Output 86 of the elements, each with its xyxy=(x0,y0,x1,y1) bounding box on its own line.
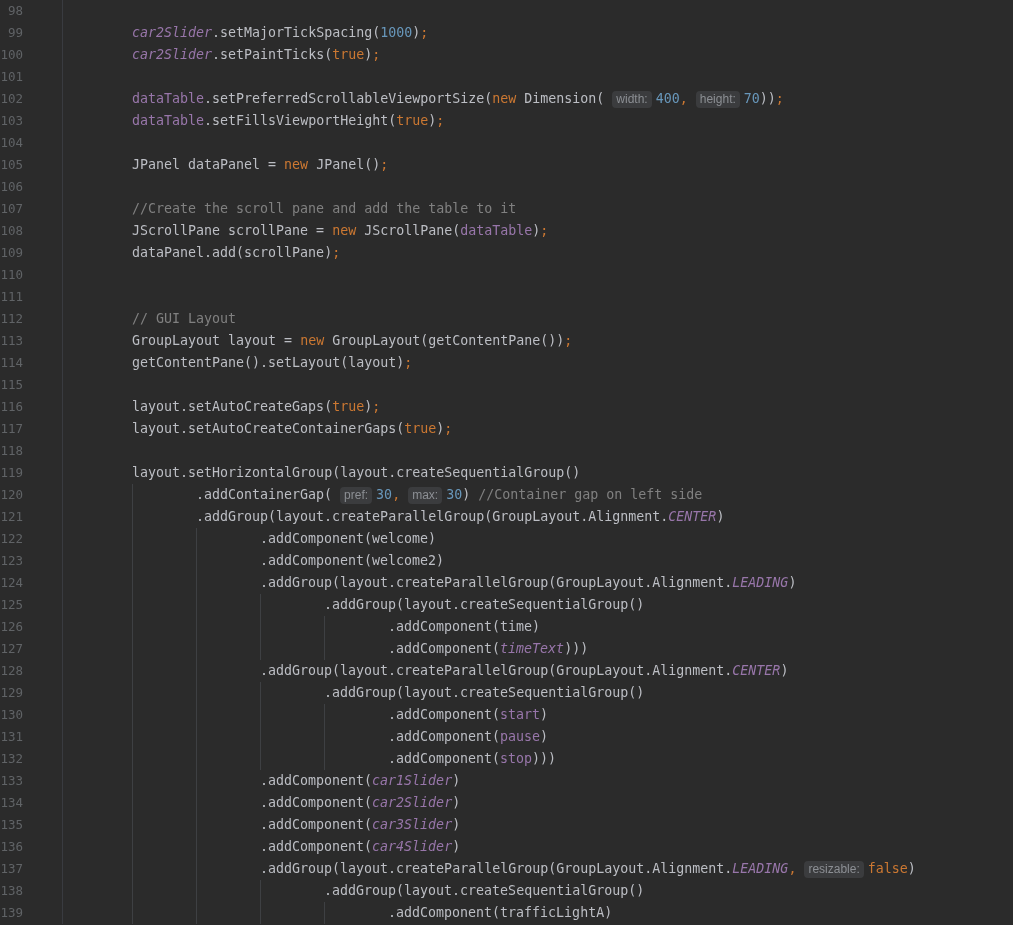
line-number: 111 xyxy=(0,289,23,304)
code-text: .addComponent(car4Slider) xyxy=(260,838,461,856)
line-number: 125 xyxy=(0,597,23,612)
line-number: 137 xyxy=(0,861,23,876)
code-text: 30, xyxy=(376,486,401,504)
code-text: // GUI Layout xyxy=(132,310,237,328)
line-number: 113 xyxy=(0,333,23,348)
line-number: 128 xyxy=(0,663,23,678)
code-text: .addComponent(car1Slider) xyxy=(260,772,461,790)
line-number: 133 xyxy=(0,773,23,788)
code-text: false) xyxy=(867,860,916,878)
code-text: //Create the scroll pane and add the table to it xyxy=(132,200,517,218)
line-number: 101 xyxy=(0,69,23,84)
code-text: 400, xyxy=(655,90,688,108)
code-text: .addComponent(stop))) xyxy=(388,750,557,768)
code-text: .addContainerGap( xyxy=(196,486,333,504)
parameter-hint: max: xyxy=(408,486,443,504)
code-text: dataTable.setPreferredScrollableViewportSize(new Dimension( xyxy=(132,90,605,108)
line-number: 115 xyxy=(0,377,23,392)
line-number: 100 xyxy=(0,47,23,62)
code-text: .addComponent(time) xyxy=(388,618,541,636)
code-text: dataPanel.add(scrollPane); xyxy=(132,244,341,262)
code-text: .addComponent(pause) xyxy=(388,728,549,746)
code-text: layout.setAutoCreateContainerGaps(true); xyxy=(132,420,453,438)
code-text: .addGroup(layout.createSequentialGroup() xyxy=(324,684,645,702)
code-text: 70)); xyxy=(743,90,784,108)
line-number: 123 xyxy=(0,553,23,568)
code-text: .addGroup(layout.createParallelGroup(GroupLayout.Alignment.LEADING, xyxy=(260,860,797,878)
line-number: 138 xyxy=(0,883,23,898)
code-text: .addGroup(layout.createParallelGroup(GroupLayout.Alignment.LEADING) xyxy=(260,574,797,592)
line-number: 120 xyxy=(0,487,23,502)
line-number: 106 xyxy=(0,179,23,194)
line-number: 98 xyxy=(7,3,23,18)
line-number: 139 xyxy=(0,905,23,920)
code-text: 30) //Container gap on left side xyxy=(446,486,703,504)
parameter-hint: width: xyxy=(612,90,652,108)
code-text: JPanel dataPanel = new JPanel(); xyxy=(132,156,389,174)
line-number: 119 xyxy=(0,465,23,480)
line-number: 129 xyxy=(0,685,23,700)
line-number: 103 xyxy=(0,113,23,128)
code-text: .addGroup(layout.createParallelGroup(GroupLayout.Alignment.CENTER) xyxy=(196,508,725,526)
code-text: car2Slider.setMajorTickSpacing(1000); xyxy=(132,24,429,42)
code-text: layout.setAutoCreateGaps(true); xyxy=(132,398,381,416)
line-number: 116 xyxy=(0,399,23,414)
code-text: .addComponent(welcome) xyxy=(260,530,437,548)
line-number: 124 xyxy=(0,575,23,590)
code-text: layout.setHorizontalGroup(layout.createSequentialGroup() xyxy=(132,464,581,482)
line-number: 117 xyxy=(0,421,23,436)
line-number: 104 xyxy=(0,135,23,150)
line-number: 102 xyxy=(0,91,23,106)
line-number: 118 xyxy=(0,443,23,458)
code-text: car2Slider.setPaintTicks(true); xyxy=(132,46,381,64)
line-number: 127 xyxy=(0,641,23,656)
code-text: .addGroup(layout.createSequentialGroup() xyxy=(324,882,645,900)
line-number: 107 xyxy=(0,201,23,216)
line-number: 110 xyxy=(0,267,23,282)
code-text: .addComponent(car2Slider) xyxy=(260,794,461,812)
line-number: 130 xyxy=(0,707,23,722)
code-text: JScrollPane scrollPane = new JScrollPane(dataTable); xyxy=(132,222,549,240)
line-number: 131 xyxy=(0,729,23,744)
code-text: .addComponent(welcome2) xyxy=(260,552,445,570)
line-number: 132 xyxy=(0,751,23,766)
line-number: 112 xyxy=(0,311,23,326)
code-text: .addGroup(layout.createSequentialGroup() xyxy=(324,596,645,614)
code-text: dataTable.setFillsViewportHeight(true); xyxy=(132,112,445,130)
line-number: 126 xyxy=(0,619,23,634)
code-text: .addComponent(timeText))) xyxy=(388,640,589,658)
line-number: 105 xyxy=(0,157,23,172)
parameter-hint: height: xyxy=(695,90,740,108)
line-number: 109 xyxy=(0,245,23,260)
parameter-hint: resizable: xyxy=(804,860,864,878)
code-text: .addComponent(car3Slider) xyxy=(260,816,461,834)
line-number: 114 xyxy=(0,355,23,370)
line-number: 121 xyxy=(0,509,23,524)
code-text: GroupLayout layout = new GroupLayout(getContentPane()); xyxy=(132,332,573,350)
code-text: .addGroup(layout.createParallelGroup(GroupLayout.Alignment.CENTER) xyxy=(260,662,789,680)
line-number: 108 xyxy=(0,223,23,238)
parameter-hint: pref: xyxy=(340,486,373,504)
line-number: 135 xyxy=(0,817,23,832)
code-text: .addComponent(start) xyxy=(388,706,549,724)
code-text: getContentPane().setLayout(layout); xyxy=(132,354,413,372)
line-number: 122 xyxy=(0,531,23,546)
line-number: 134 xyxy=(0,795,23,810)
code-text: .addComponent(trafficLightA) xyxy=(388,904,613,922)
line-number: 99 xyxy=(7,25,23,40)
line-number: 136 xyxy=(0,839,23,854)
